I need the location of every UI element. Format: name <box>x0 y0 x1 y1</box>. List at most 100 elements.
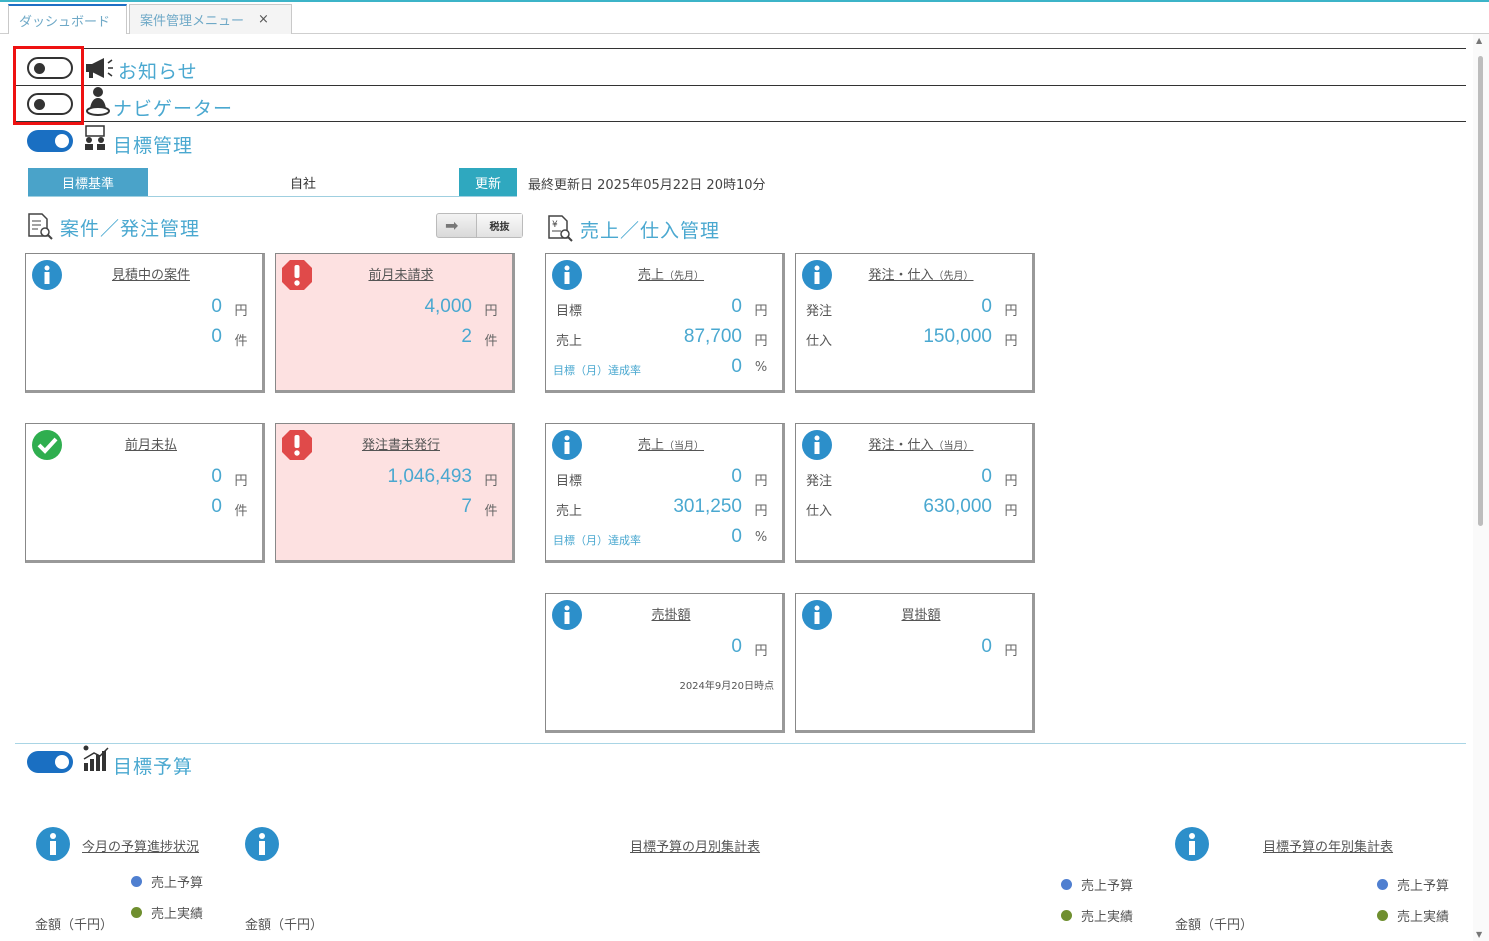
alert-icon <box>282 430 312 460</box>
notice-title[interactable]: お知らせ <box>118 57 198 84</box>
row-value: 301,250 <box>673 496 742 517</box>
card-receivable[interactable]: 売掛額 0円 2024年9月20日時点 <box>545 593 785 733</box>
card-title[interactable]: 買掛額 <box>836 604 1006 623</box>
row-value: 0 <box>731 356 742 377</box>
card-title[interactable]: 売上（先月） <box>586 264 756 283</box>
legend-plan: 売上予算 <box>1061 875 1133 894</box>
legend-actual: 売上実績 <box>1061 906 1133 925</box>
amount-value: 0 <box>981 636 992 657</box>
legend-dot <box>131 907 142 918</box>
row-value: 150,000 <box>923 326 992 347</box>
unit: % <box>754 360 768 375</box>
budget-progress-link[interactable]: 今月の予算進捗状況 <box>82 836 199 855</box>
document-search-icon <box>28 213 53 240</box>
row-value: 630,000 <box>923 496 992 517</box>
tab-bar: ダッシュボード 案件管理メニュー × <box>0 2 1489 34</box>
target-basis-label: 目標基準 <box>28 168 148 196</box>
budget-toggle[interactable] <box>27 751 73 773</box>
monthly-budget-link[interactable]: 目標予算の月別集計表 <box>630 836 760 855</box>
amount-value: 4,000 <box>424 296 472 317</box>
scrollbar-thumb[interactable] <box>1478 56 1483 526</box>
info-icon <box>552 600 582 630</box>
card-title[interactable]: 見積中の案件 <box>66 264 236 283</box>
svg-text:¥: ¥ <box>552 220 558 230</box>
close-icon[interactable]: × <box>258 12 269 27</box>
info-icon <box>245 827 279 861</box>
card-title[interactable]: 発注・仕入（当月） <box>836 434 1006 453</box>
card-title[interactable]: 前月未請求 <box>316 264 486 283</box>
tax-toggle-switch[interactable]: ➡ 税抜 <box>436 213 523 238</box>
card-sales-prev-month[interactable]: 売上（先月） 目標 0 円 売上 87,700 円 目標（月）達成率 0% <box>545 253 785 393</box>
row-value: 87,700 <box>683 326 742 347</box>
legend-dot <box>1377 910 1388 921</box>
card-sales-cur-month[interactable]: 売上（当月） 目標 0 円 売上 301,250 円 目標（月）達成率 0% <box>545 423 785 563</box>
card-purchase-prev-month[interactable]: 発注・仕入（先月） 発注 0 円 仕入 150,000 円 <box>795 253 1035 393</box>
navigator-title[interactable]: ナビゲーター <box>113 94 233 121</box>
row-label: 仕入 <box>806 504 833 519</box>
unit: 円 <box>1004 334 1018 349</box>
card-title[interactable]: 売掛額 <box>586 604 756 623</box>
title-sub: （先月） <box>933 271 974 282</box>
tab-dashboard[interactable]: ダッシュボード <box>8 4 127 34</box>
amount-value: 1,046,493 <box>387 466 472 487</box>
yearly-budget-link[interactable]: 目標予算の年別集計表 <box>1263 836 1393 855</box>
card-unbilled[interactable]: 前月未請求 4,000 円 2件 <box>275 253 515 393</box>
goal-management-icon <box>85 125 105 150</box>
info-icon <box>552 260 582 290</box>
tab-project-menu[interactable]: 案件管理メニュー × <box>129 4 292 34</box>
row-label: 目標 <box>556 474 583 489</box>
card-title[interactable]: 発注書未発行 <box>316 434 486 453</box>
navigator-person-icon <box>86 87 110 116</box>
y-axis-label: 金額（千円） <box>1175 918 1254 933</box>
row-value: 0 <box>981 296 992 317</box>
legend-plan: 売上予算 <box>131 872 203 891</box>
card-title[interactable]: 前月未払 <box>66 434 236 453</box>
row-value: 0 <box>731 526 742 547</box>
legend-label: 売上予算 <box>1081 879 1134 894</box>
count-value: 0 <box>211 326 222 347</box>
title-main: 売上 <box>637 438 664 453</box>
amount-value: 0 <box>731 636 742 657</box>
card-title[interactable]: 発注・仕入（先月） <box>836 264 1006 283</box>
unit: 円 <box>754 304 768 319</box>
card-po-unissued[interactable]: 発注書未発行 1,046,493 円 7件 <box>275 423 515 563</box>
megaphone-icon <box>86 58 113 78</box>
update-button[interactable]: 更新 <box>459 168 517 196</box>
scroll-up-icon[interactable]: ▲ <box>1476 36 1482 45</box>
unit: 件 <box>484 504 498 519</box>
tax-label: 税抜 <box>476 214 522 237</box>
card-title[interactable]: 売上（当月） <box>586 434 756 453</box>
unit: % <box>754 530 768 545</box>
vertical-scrollbar[interactable]: ▲ ▼ <box>1473 34 1489 941</box>
card-estimating[interactable]: 見積中の案件 0円 0件 <box>25 253 265 393</box>
row-label: 発注 <box>806 304 833 319</box>
card-unpaid[interactable]: 前月未払 0円 0件 <box>25 423 265 563</box>
target-basis-value[interactable]: 自社 <box>148 168 458 196</box>
legend-label: 売上実績 <box>1081 910 1134 925</box>
row-label: 売上 <box>556 334 583 349</box>
row-label: 目標（月）達成率 <box>553 534 641 547</box>
goal-toggle[interactable] <box>27 130 73 152</box>
legend-actual: 売上実績 <box>1377 906 1449 925</box>
title-sub: （先月） <box>664 271 704 282</box>
unit: 円 <box>234 304 248 319</box>
info-icon <box>1175 827 1209 861</box>
unit: 円 <box>754 644 768 659</box>
title-main: 売上 <box>637 268 664 283</box>
unit: 件 <box>234 504 248 519</box>
card-payable[interactable]: 買掛額 0円 <box>795 593 1035 733</box>
unit: 円 <box>234 474 248 489</box>
row-value: 0 <box>731 296 742 317</box>
as-of-date: 2024年9月20日時点 <box>679 681 774 692</box>
scroll-down-icon[interactable]: ▼ <box>1476 930 1482 939</box>
divider <box>15 121 1466 122</box>
amount-value: 0 <box>211 296 222 317</box>
row-label: 仕入 <box>806 334 833 349</box>
tab-label: 案件管理メニュー <box>140 14 245 29</box>
legend-dot <box>1061 910 1072 921</box>
divider <box>15 85 1466 86</box>
card-purchase-cur-month[interactable]: 発注・仕入（当月） 発注 0 円 仕入 630,000 円 <box>795 423 1035 563</box>
last-updated-text: 最終更新日 2025年05月22日 20時10分 <box>528 178 766 193</box>
unit: 円 <box>754 474 768 489</box>
check-icon <box>32 430 62 460</box>
